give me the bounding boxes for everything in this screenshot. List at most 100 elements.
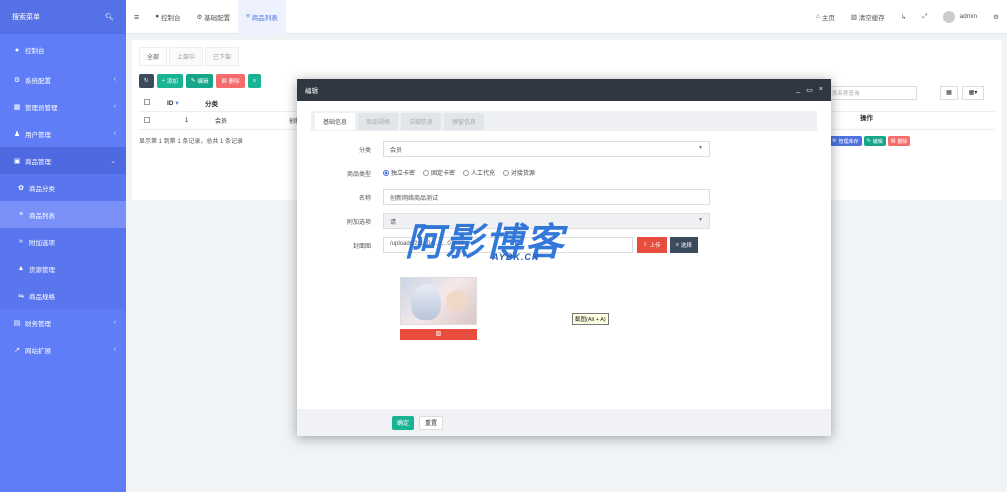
thumbnail-figure <box>411 284 441 320</box>
sidebar-item-label: 管理员管理 <box>25 104 58 112</box>
sidebar-item-system[interactable]: ⚙ 系统配置 ‹ <box>0 66 126 93</box>
row-actions: ⚙ 管理库存 ✎ 编辑 ▧ 删除 <box>829 136 911 146</box>
category-label: 分类 <box>358 147 371 154</box>
chevron-left-icon: ‹ <box>113 76 116 83</box>
radio-fixed-card[interactable]: 固定卡密 <box>422 168 455 177</box>
radio-independent-card[interactable]: 独立卡密 <box>383 168 415 177</box>
cell-category: 会员 <box>215 119 228 125</box>
caret-down-icon: ▼ <box>698 145 703 151</box>
cover-label: 封面图 <box>352 243 371 250</box>
tab-detail[interactable]: 详细信息 <box>401 112 442 130</box>
sidebar-item-goods-category[interactable]: ✿ 商品分类 <box>0 174 126 201</box>
menu-toggle[interactable]: ≡ <box>126 0 147 34</box>
minimize-icon[interactable]: _ <box>796 86 800 94</box>
tab-basic-info[interactable]: 基础信息 <box>315 112 356 130</box>
ok-button[interactable]: 确定 <box>392 415 415 430</box>
tab-goods-list[interactable]: ≡ 商品列表 <box>238 0 286 34</box>
sidebar-item-users[interactable]: ♟ 用户管理 ‹ <box>0 120 126 147</box>
tab-basic-config[interactable]: ⚙ 基础配置 <box>189 0 239 34</box>
cover-thumbnail <box>400 277 477 325</box>
add-label: 添加 <box>166 79 178 85</box>
radio-manual[interactable]: 人工代充 <box>462 168 495 177</box>
modal-header: 编辑 _ ▭ × <box>297 79 831 101</box>
sidebar-item-spec[interactable]: ⇋ 商品规格 <box>0 282 126 309</box>
tab-dashboard[interactable]: ● 控制台 <box>147 0 188 34</box>
modal-footer: 确定 重置 <box>297 409 831 436</box>
type-label: 商品类型 <box>346 171 371 178</box>
delete-cover-button[interactable]: ▧ <box>400 329 477 340</box>
type-row: 商品类型 独立卡密 固定卡密 人工代充 对接货源 <box>311 161 817 185</box>
pencil-icon: ✎ <box>866 138 871 144</box>
settings-button[interactable]: ⚙ <box>985 0 1007 34</box>
sidebar-item-goods[interactable]: ▣ 商品管理 ⌄ <box>0 147 126 174</box>
radio-source[interactable]: 对接货源 <box>502 168 535 177</box>
select-all-checkbox[interactable] <box>144 98 150 105</box>
refresh-button[interactable]: ↻ <box>139 74 154 88</box>
translate-button[interactable]: ↳ <box>893 0 914 34</box>
sidebar-item-label: 商品列表 <box>29 212 55 220</box>
gear-icon: ⚙ <box>832 138 837 144</box>
sidebar-item-source[interactable]: ▲ 货源管理 <box>0 255 126 282</box>
sidebar-item-dashboard[interactable]: ● 控制台 <box>0 34 126 66</box>
chevron-left-icon: ‹ <box>113 103 116 110</box>
tab-spec[interactable]: 商品规格 <box>358 112 399 130</box>
row-delete-label: 删除 <box>897 138 908 145</box>
username: admin <box>959 13 978 20</box>
home-label: 主页 <box>821 14 835 22</box>
maximize-icon[interactable]: ▭ <box>806 86 813 94</box>
upload-label: 上传 <box>649 243 661 249</box>
add-button[interactable]: + 添加 <box>156 74 183 88</box>
tab-popup[interactable]: 弹窗信息 <box>444 112 485 130</box>
row-checkbox[interactable] <box>144 116 150 123</box>
export-button[interactable]: ▦▾ <box>962 86 984 100</box>
search-input[interactable]: 类名称查询 <box>827 86 917 100</box>
col-actions: 操作 <box>860 115 873 122</box>
choose-button[interactable]: ≡ 选择 <box>669 237 698 253</box>
tab-off-sale[interactable]: 已下架 <box>205 47 240 66</box>
tab-label: 商品列表 <box>251 14 278 22</box>
clear-cache-label: 清空缓存 <box>858 14 885 22</box>
col-id[interactable]: ID ▾ <box>167 99 205 107</box>
modal-tabs: 基础信息 商品规格 详细信息 弹窗信息 <box>311 111 817 131</box>
refresh-icon: ↻ <box>144 78 149 84</box>
delete-button[interactable]: ▧ 删除 <box>216 74 245 88</box>
sidebar-item-admin[interactable]: ▦ 管理员管理 ‹ <box>0 93 126 120</box>
fullscreen-button[interactable]: ⤢ <box>914 0 935 34</box>
sidebar-item-label: 控制台 <box>25 48 45 55</box>
gears-icon: ⚙ <box>13 76 21 84</box>
clear-cache-button[interactable]: ▧ 清空缓存 <box>843 0 893 34</box>
sidebar-item-goods-list[interactable]: ≡ 商品列表 <box>0 201 126 228</box>
reset-button[interactable]: 重置 <box>419 415 444 430</box>
tab-all[interactable]: 全部 <box>139 47 168 66</box>
name-input[interactable]: 创新网络商品测试 <box>383 189 710 205</box>
radio-label: 独立卡密 <box>391 171 416 178</box>
gear-icon: ⚙ <box>196 13 205 21</box>
tab-on-sale[interactable]: 上架中 <box>169 47 204 66</box>
columns-toggle-button[interactable]: ▦ <box>940 86 958 100</box>
trash-icon: ▧ <box>890 138 896 144</box>
manage-stock-button[interactable]: ⚙ 管理库存 <box>829 136 862 146</box>
user-menu[interactable]: admin <box>935 0 985 34</box>
home-link[interactable]: ⌂ 主页 <box>808 0 843 34</box>
sidebar-search-label: 搜索菜单 <box>12 14 40 21</box>
sidebar-item-label: 商品管理 <box>25 158 51 166</box>
edit-button[interactable]: ✎ 编辑 <box>185 74 214 88</box>
sidebar-item-extend[interactable]: ↗ 网站扩展 ‹ <box>0 336 126 363</box>
sidebar-item-extra-options[interactable]: » 附加选项 <box>0 228 126 255</box>
row-delete-button[interactable]: ▧ 删除 <box>887 136 911 146</box>
upload-button[interactable]: ⇧ 上传 <box>637 237 667 253</box>
sitemap-icon: ▲ <box>17 265 25 272</box>
category-select[interactable]: 会员 ▼ <box>383 141 710 157</box>
chevron-left-icon: ‹ <box>113 319 116 326</box>
row-edit-button[interactable]: ✎ 编辑 <box>863 136 886 146</box>
tab-label: 基础配置 <box>204 14 231 22</box>
sidebar-item-finance[interactable]: ▤ 财务管理 ‹ <box>0 309 126 336</box>
close-icon[interactable]: × <box>819 86 823 94</box>
row-checkbox-cell <box>139 116 167 125</box>
col-id-label: ID <box>167 99 174 107</box>
sidebar-search[interactable]: 搜索菜单 🔍︎ <box>0 0 126 34</box>
more-button[interactable]: ≡ <box>247 74 261 88</box>
search-icon[interactable]: 🔍︎ <box>105 13 114 21</box>
hamburger-icon[interactable]: ≡ <box>134 12 139 22</box>
chevron-left-icon: ‹ <box>113 346 116 353</box>
